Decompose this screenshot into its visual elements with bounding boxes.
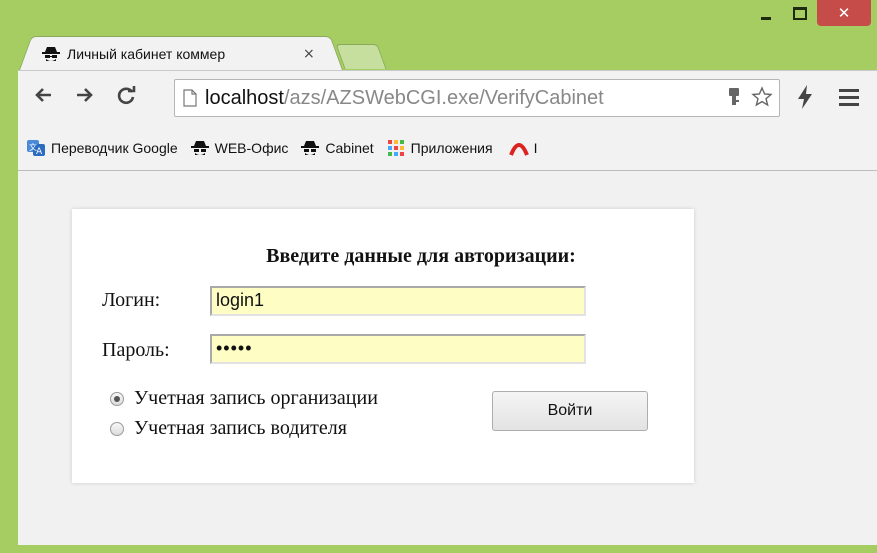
bookmarks-bar: 文A Переводчик Google WEB-Офис Cabinet Пр… [18, 126, 877, 171]
svg-text:A: A [36, 147, 43, 157]
back-arrow-icon [35, 88, 51, 102]
login-button[interactable]: Войти [492, 391, 648, 431]
close-window-button[interactable]: ✕ [817, 0, 871, 26]
bookmark-label: WEB-Офис [214, 140, 289, 156]
key-icon[interactable] [723, 86, 745, 108]
forward-button[interactable] [70, 81, 98, 109]
form-title: Введите данные для авторизации: [266, 245, 576, 267]
bookmark-web-office[interactable]: WEB-Офис [190, 139, 289, 157]
address-bar[interactable]: localhost/azs/AZSWebCGI.exe/VerifyCabine… [174, 79, 780, 117]
menu-hamburger-icon[interactable] [836, 83, 862, 111]
radio-organization-label: Учетная запись организации [134, 387, 378, 409]
bookmark-label: I [533, 140, 538, 156]
apps-grid-icon [387, 140, 404, 156]
browser-window: ✕ Личный кабинет коммер × localhost/azs/… [0, 0, 877, 553]
back-button[interactable] [30, 81, 58, 109]
radio-driver-label: Учетная запись водителя [134, 417, 347, 439]
reload-button[interactable] [112, 81, 140, 109]
password-label: Пароль: [102, 339, 170, 361]
page-content: Введите данные для авторизации: Логин: l… [18, 171, 877, 545]
active-tab[interactable]: Личный кабинет коммер × [32, 36, 330, 71]
radio-driver-account[interactable]: Учетная запись водителя [110, 417, 347, 440]
minimize-button[interactable] [749, 0, 783, 26]
spy-icon [190, 141, 209, 155]
tab-strip: Личный кабинет коммер × [18, 36, 618, 71]
radio-button-unchecked[interactable] [110, 421, 124, 436]
bookmark-apps[interactable]: Приложения [386, 139, 493, 157]
tab-close-icon[interactable]: × [303, 46, 315, 62]
tab-title: Личный кабинет коммер [67, 46, 226, 62]
window-left-border [0, 70, 18, 553]
arc-icon [508, 143, 529, 156]
toolbar: localhost/azs/AZSWebCGI.exe/VerifyCabine… [18, 70, 877, 127]
bookmark-translate[interactable]: 文A Переводчик Google [26, 139, 178, 157]
maximize-button[interactable] [783, 0, 817, 26]
window-controls: ✕ [749, 0, 871, 31]
maximize-icon [793, 6, 807, 20]
translate-icon: 文A [27, 140, 45, 157]
page-icon [183, 89, 197, 107]
window-bottom-border [18, 545, 877, 553]
reload-icon [117, 86, 136, 105]
forward-arrow-icon [77, 88, 93, 102]
radio-button-checked[interactable] [110, 391, 124, 406]
close-icon: ✕ [837, 4, 851, 22]
password-input[interactable]: ••••• [210, 334, 586, 364]
omnibox-icons [723, 86, 773, 108]
spy-icon [301, 141, 320, 155]
new-tab-button[interactable] [335, 44, 387, 69]
bookmark-label: Приложения [410, 140, 493, 156]
url-path: /azs/AZSWebCGI.exe/VerifyCabinet [283, 86, 604, 109]
bookmark-star-icon[interactable] [751, 86, 773, 108]
login-label: Логин: [102, 289, 161, 311]
url-text[interactable]: localhost/azs/AZSWebCGI.exe/VerifyCabine… [205, 87, 604, 110]
login-input[interactable]: login1 [210, 286, 586, 316]
bookmark-arc[interactable]: I [508, 139, 538, 157]
bookmark-label: Cabinet [325, 140, 374, 156]
bookmark-cabinet[interactable]: Cabinet [300, 139, 374, 157]
extension-lightning-icon[interactable] [793, 83, 817, 111]
spy-icon [42, 47, 60, 61]
bookmark-label: Переводчик Google [51, 140, 178, 156]
minimize-icon [761, 16, 771, 20]
url-host: localhost [205, 86, 284, 109]
radio-organization-account[interactable]: Учетная запись организации [110, 387, 378, 410]
login-form: Введите данные для авторизации: Логин: l… [72, 209, 694, 483]
